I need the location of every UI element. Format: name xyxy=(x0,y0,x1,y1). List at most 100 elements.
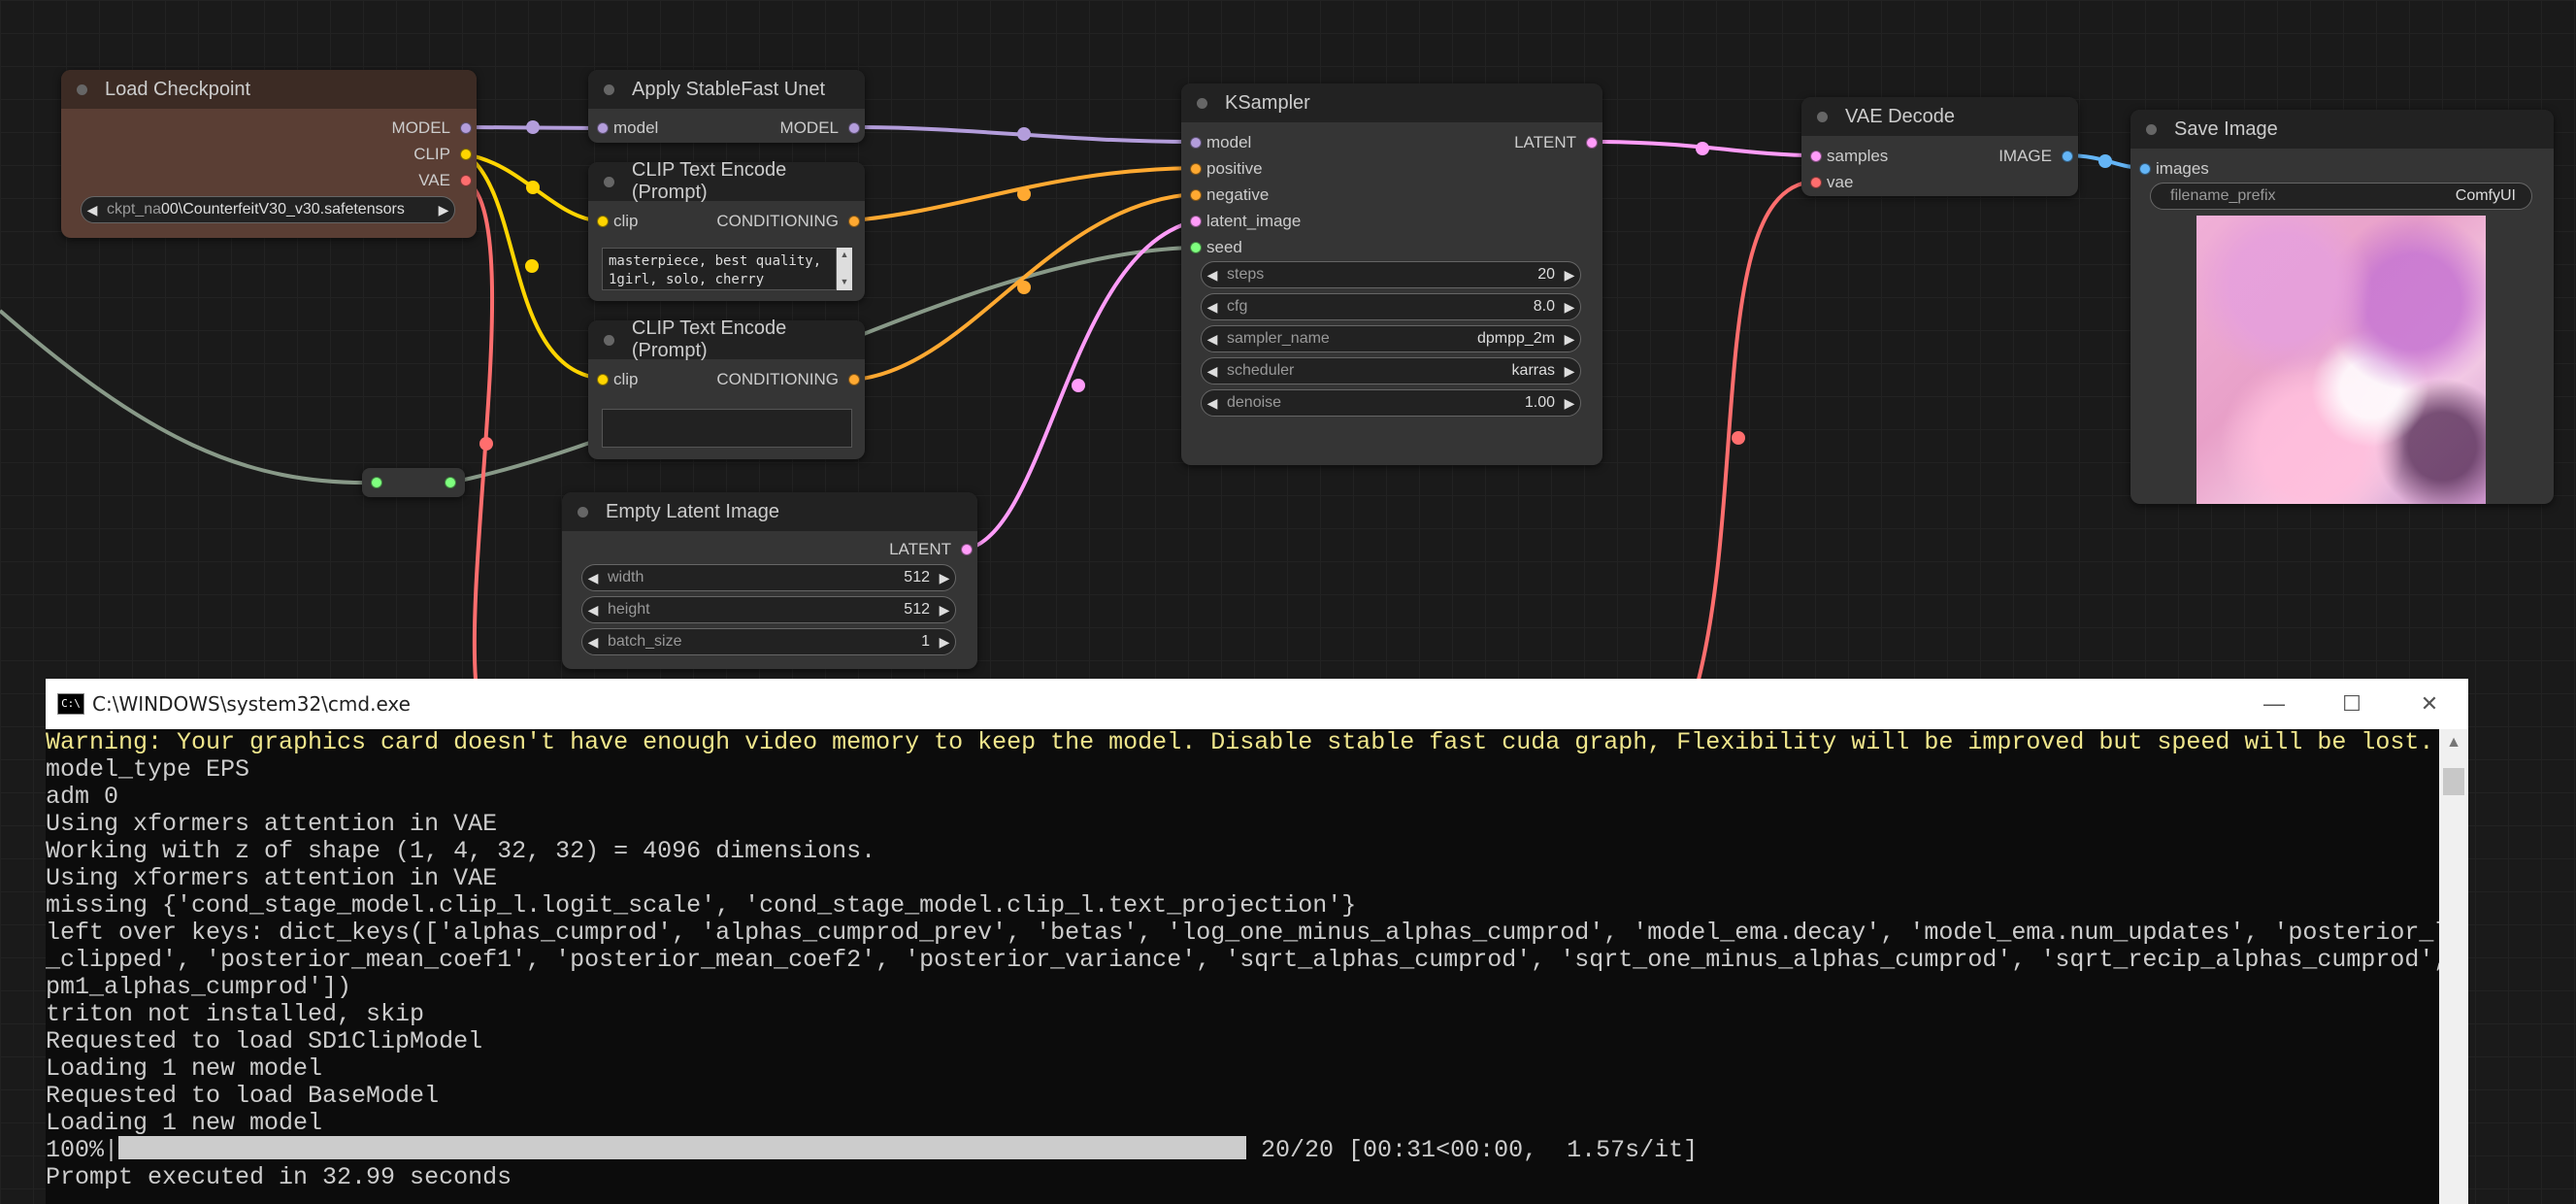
prompt-text-area[interactable]: masterpiece, best quality, 1girl, solo, … xyxy=(602,248,837,290)
input-pin-model[interactable] xyxy=(1190,137,1202,149)
cmd-app-icon: C:\ xyxy=(57,693,84,715)
output-pin-conditioning[interactable] xyxy=(848,216,860,227)
steps-widget[interactable]: ◀ steps 20 ▶ xyxy=(1201,261,1581,288)
cmd-scrollbar[interactable]: ▲ xyxy=(2439,729,2468,1204)
input-pin-images[interactable] xyxy=(2139,163,2151,175)
node-title-bar[interactable]: Empty Latent Image xyxy=(562,492,977,531)
widget-value: 1 xyxy=(921,633,930,650)
close-button[interactable]: ✕ xyxy=(2391,679,2468,729)
node-title-bar[interactable]: Load Checkpoint xyxy=(61,70,477,109)
scheduler-widget[interactable]: ◀ scheduler karras ▶ xyxy=(1201,357,1581,385)
input-label-images: images xyxy=(2156,159,2209,178)
batch-size-widget[interactable]: ◀ batch_size 1 ▶ xyxy=(581,628,956,655)
denoise-widget[interactable]: ◀ denoise 1.00 ▶ xyxy=(1201,389,1581,417)
arrow-left-icon[interactable]: ◀ xyxy=(1202,267,1223,284)
node-clip-text-encode-negative[interactable]: CLIP Text Encode (Prompt) clip CONDITION… xyxy=(588,318,865,459)
input-label-samples: samples xyxy=(1827,147,1889,165)
arrow-right-icon[interactable]: ▶ xyxy=(934,570,955,586)
log-line: Loading 1 new model xyxy=(46,1109,323,1137)
arrow-right-icon[interactable]: ▶ xyxy=(1559,267,1580,284)
output-pin-conditioning[interactable] xyxy=(848,374,860,385)
node-title-bar[interactable]: Apply StableFast Unet xyxy=(588,70,865,109)
node-graph-canvas[interactable]: Load Checkpoint MODEL CLIP VAE ◀ ckpt_na… xyxy=(0,0,2576,681)
arrow-right-icon[interactable]: ▶ xyxy=(433,202,454,218)
input-pin-negative[interactable] xyxy=(1190,189,1202,201)
arrow-left-icon[interactable]: ◀ xyxy=(1202,395,1223,412)
arrow-left-icon[interactable]: ◀ xyxy=(82,202,103,218)
scroll-thumb[interactable] xyxy=(2443,768,2464,795)
input-pin-model[interactable] xyxy=(597,122,609,134)
cmd-title-bar[interactable]: C:\ C:\WINDOWS\system32\cmd.exe — ☐ ✕ xyxy=(46,679,2468,729)
link-seed xyxy=(0,309,378,485)
arrow-left-icon[interactable]: ◀ xyxy=(582,602,604,619)
input-pin-vae[interactable] xyxy=(1810,177,1822,188)
ckpt-name-combo[interactable]: ◀ ckpt_na 00\CounterfeitV30_v30.safetens… xyxy=(81,196,455,223)
cmd-output[interactable]: Warning: Your graphics card doesn't have… xyxy=(46,729,2439,1204)
collapse-dot-icon[interactable] xyxy=(1197,97,1207,109)
input-pin-positive[interactable] xyxy=(1190,163,1202,175)
reroute-in-pin[interactable] xyxy=(371,477,382,488)
collapse-dot-icon[interactable] xyxy=(77,84,87,95)
output-pin-model[interactable] xyxy=(848,122,860,134)
output-pin-latent[interactable] xyxy=(961,544,973,555)
maximize-button[interactable]: ☐ xyxy=(2313,679,2391,729)
arrow-left-icon[interactable]: ◀ xyxy=(1202,363,1223,380)
collapse-dot-icon[interactable] xyxy=(2146,123,2157,135)
filename-prefix-widget[interactable]: filename_prefix ComfyUI xyxy=(2150,183,2532,210)
node-save-image[interactable]: Save Image images filename_prefix ComfyU… xyxy=(2130,110,2554,504)
minimize-button[interactable]: — xyxy=(2235,679,2313,729)
input-pin-seed[interactable] xyxy=(1190,242,1202,253)
output-pin-vae[interactable] xyxy=(460,175,472,186)
arrow-left-icon[interactable]: ◀ xyxy=(1202,331,1223,348)
arrow-right-icon[interactable]: ▶ xyxy=(934,602,955,619)
sampler-name-widget[interactable]: ◀ sampler_name dpmpp_2m ▶ xyxy=(1201,325,1581,352)
reroute-node[interactable] xyxy=(362,468,465,497)
input-pin-samples[interactable] xyxy=(1810,150,1822,162)
arrow-left-icon[interactable]: ◀ xyxy=(1202,299,1223,316)
node-vae-decode[interactable]: VAE Decode samples IMAGE vae xyxy=(1801,97,2078,196)
arrow-right-icon[interactable]: ▶ xyxy=(1559,331,1580,348)
progress-bar-fill xyxy=(118,1136,1247,1160)
reroute-out-pin[interactable] xyxy=(445,477,456,488)
node-title: Load Checkpoint xyxy=(105,78,251,100)
arrow-right-icon[interactable]: ▶ xyxy=(1559,395,1580,412)
collapse-dot-icon[interactable] xyxy=(604,84,614,95)
node-apply-stablefast-unet[interactable]: Apply StableFast Unet model MODEL xyxy=(588,70,865,143)
node-ksampler[interactable]: KSampler model LATENT positive negative … xyxy=(1181,84,1602,465)
collapse-dot-icon[interactable] xyxy=(604,176,614,187)
output-pin-image[interactable] xyxy=(2062,150,2073,162)
input-pin-latent-image[interactable] xyxy=(1190,216,1202,227)
collapse-dot-icon[interactable] xyxy=(1817,111,1828,122)
arrow-left-icon[interactable]: ◀ xyxy=(582,634,604,651)
width-widget[interactable]: ◀ width 512 ▶ xyxy=(581,564,956,591)
node-empty-latent-image[interactable]: Empty Latent Image LATENT ◀ width 512 ▶ … xyxy=(562,492,977,669)
textarea-scrollbar[interactable]: ▲ ▼ xyxy=(837,248,852,290)
widget-label: steps xyxy=(1227,266,1265,283)
node-title-bar[interactable]: CLIP Text Encode (Prompt) xyxy=(588,318,865,361)
output-pin-clip[interactable] xyxy=(460,149,472,160)
cfg-widget[interactable]: ◀ cfg 8.0 ▶ xyxy=(1201,293,1581,320)
cmd-window[interactable]: C:\ C:\WINDOWS\system32\cmd.exe — ☐ ✕ Wa… xyxy=(46,679,2468,1204)
node-clip-text-encode-positive[interactable]: CLIP Text Encode (Prompt) clip CONDITION… xyxy=(588,159,865,301)
prompt-text-area[interactable] xyxy=(602,409,852,448)
arrow-right-icon[interactable]: ▶ xyxy=(1559,363,1580,380)
node-load-checkpoint[interactable]: Load Checkpoint MODEL CLIP VAE ◀ ckpt_na… xyxy=(61,70,477,238)
input-pin-clip[interactable] xyxy=(597,216,609,227)
widget-value: ComfyUI xyxy=(2455,187,2516,204)
output-pin-model[interactable] xyxy=(460,122,472,134)
arrow-right-icon[interactable]: ▶ xyxy=(934,634,955,651)
widget-label: denoise xyxy=(1227,394,1282,411)
output-pin-latent[interactable] xyxy=(1586,137,1598,149)
input-pin-clip[interactable] xyxy=(597,374,609,385)
node-title-bar[interactable]: VAE Decode xyxy=(1801,97,2078,136)
collapse-dot-icon[interactable] xyxy=(578,506,588,518)
node-title-bar[interactable]: Save Image xyxy=(2130,110,2554,149)
height-widget[interactable]: ◀ height 512 ▶ xyxy=(581,596,956,623)
collapse-dot-icon[interactable] xyxy=(604,334,614,346)
generated-image-preview[interactable] xyxy=(2196,216,2486,504)
node-title-bar[interactable]: CLIP Text Encode (Prompt) xyxy=(588,159,865,203)
scroll-up-icon[interactable]: ▲ xyxy=(2439,729,2468,756)
arrow-right-icon[interactable]: ▶ xyxy=(1559,299,1580,316)
node-title-bar[interactable]: KSampler xyxy=(1181,84,1602,122)
arrow-left-icon[interactable]: ◀ xyxy=(582,570,604,586)
